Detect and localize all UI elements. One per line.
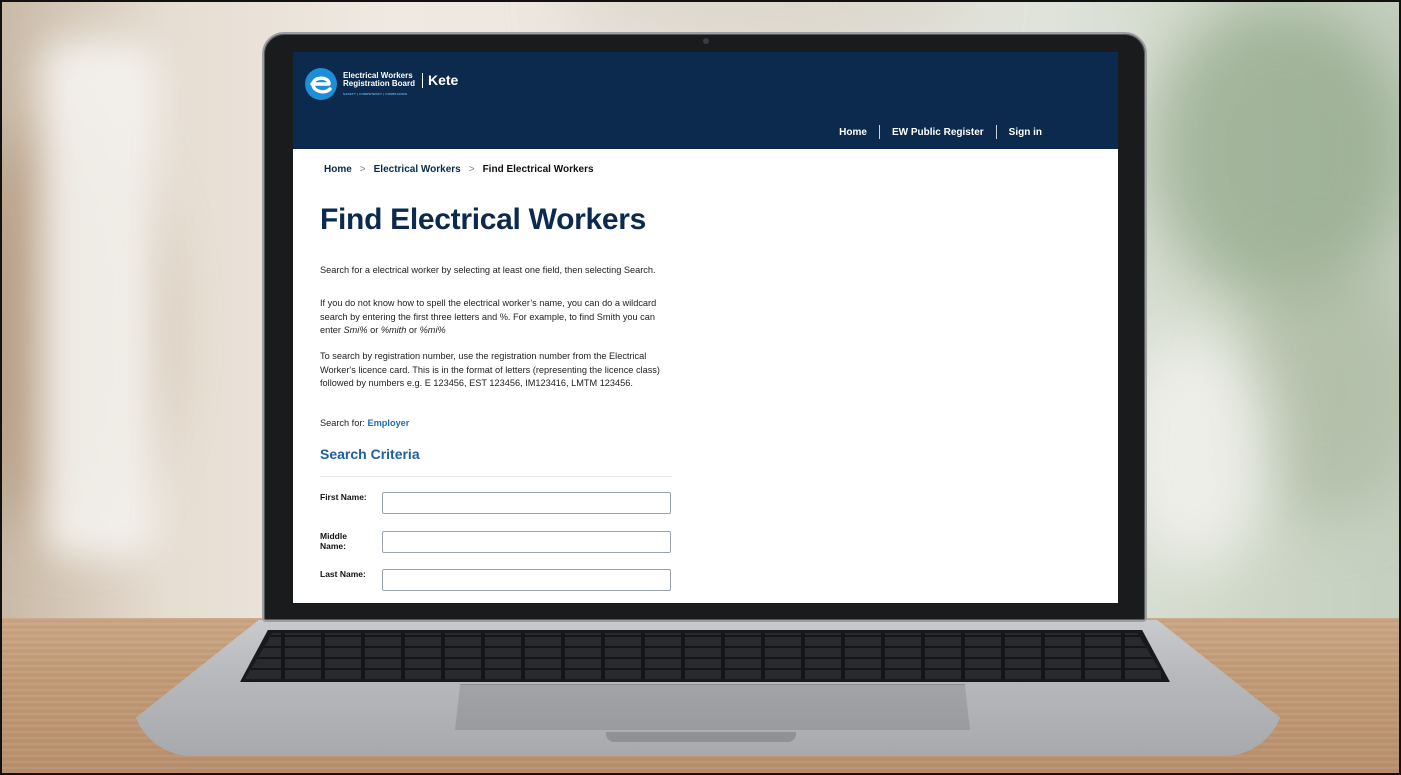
first-name-row: First Name: [320, 492, 672, 528]
registration-help-text: To search by registration number, use th… [320, 351, 660, 388]
top-nav: Home EW Public Register Sign in [839, 125, 1042, 139]
breadcrumb-separator: > [468, 164, 475, 175]
divider [320, 476, 672, 477]
org-name: Electrical Workers Registration Board [343, 71, 416, 88]
org-tagline: SAFETY | COMPETENCY | COMPLIANCE [343, 92, 408, 96]
app-name[interactable]: Kete [428, 72, 458, 88]
breadcrumb: Home > Electrical Workers > Find Electri… [324, 164, 594, 175]
site-header: Electrical Workers Registration Board SA… [293, 52, 1118, 149]
breadcrumb-current: Find Electrical Workers [482, 164, 594, 175]
laptop-trackpad [455, 684, 970, 730]
webcam-icon [703, 38, 709, 44]
last-name-input[interactable] [382, 569, 671, 591]
search-criteria-title: Search Criteria [320, 446, 420, 462]
laptop-screen: Electrical Workers Registration Board SA… [293, 52, 1118, 603]
breadcrumb-separator: > [359, 164, 366, 175]
employer-link[interactable]: Employer [368, 418, 410, 428]
middle-name-label: Middle Name: [320, 531, 347, 551]
middle-name-row: Middle Name: [320, 531, 672, 567]
search-for: Search for: Employer [320, 418, 409, 428]
nav-sign-in[interactable]: Sign in [1009, 127, 1042, 138]
breadcrumb-electrical-workers[interactable]: Electrical Workers [374, 164, 461, 175]
page-title: Find Electrical Workers [320, 203, 647, 236]
intro-text: Search for a electrical worker by select… [320, 265, 656, 275]
first-name-label: First Name: [320, 492, 367, 502]
ewrb-logo-icon [305, 68, 337, 100]
breadcrumb-home[interactable]: Home [324, 164, 352, 175]
last-name-row: Last Name: [320, 569, 672, 603]
search-for-label: Search for: [320, 418, 365, 428]
first-name-input[interactable] [382, 492, 671, 514]
wildcard-help-text: If you do not know how to spell the elec… [320, 298, 657, 335]
last-name-label: Last Name: [320, 569, 366, 579]
middle-name-input[interactable] [382, 531, 671, 553]
nav-home[interactable]: Home [839, 127, 867, 138]
nav-ew-public-register[interactable]: EW Public Register [892, 127, 984, 138]
